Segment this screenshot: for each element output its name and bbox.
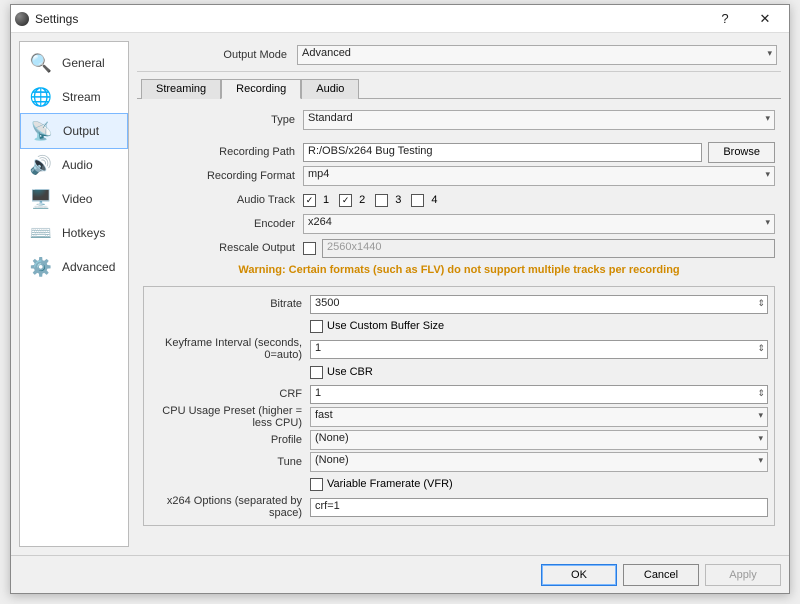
tab-audio[interactable]: Audio bbox=[301, 79, 359, 99]
tab-recording[interactable]: Recording bbox=[221, 79, 301, 99]
sidebar-item-hotkeys[interactable]: ⌨️ Hotkeys bbox=[20, 216, 128, 250]
type-label: Type bbox=[143, 114, 303, 126]
apply-button[interactable]: Apply bbox=[705, 564, 781, 586]
sidebar-item-label: Video bbox=[62, 192, 92, 206]
bitrate-label: Bitrate bbox=[150, 298, 310, 310]
titlebar: Settings ? ✕ bbox=[11, 5, 789, 33]
audio-track-4-checkbox[interactable] bbox=[411, 194, 424, 207]
profile-dropdown[interactable]: (None) bbox=[310, 430, 768, 450]
custom-buffer-checkbox[interactable] bbox=[310, 320, 323, 333]
use-cbr-label: Use CBR bbox=[327, 366, 373, 378]
monitor-icon: 🖥️ bbox=[28, 188, 54, 210]
broadcast-icon: 📡 bbox=[29, 120, 55, 142]
gear-icon: ⚙️ bbox=[28, 256, 54, 278]
recording-path-input[interactable]: R:/OBS/x264 Bug Testing bbox=[303, 143, 702, 162]
type-dropdown[interactable]: Standard bbox=[303, 110, 775, 130]
audio-track-3-checkbox[interactable] bbox=[375, 194, 388, 207]
output-mode-dropdown[interactable]: Advanced bbox=[297, 45, 777, 65]
encoder-label: Encoder bbox=[143, 218, 303, 230]
cancel-button[interactable]: Cancel bbox=[623, 564, 699, 586]
ok-button[interactable]: OK bbox=[541, 564, 617, 586]
tune-label: Tune bbox=[150, 456, 310, 468]
sidebar-item-general[interactable]: 🔍 General bbox=[20, 46, 128, 80]
main-panel: Output Mode Advanced Streaming Recording… bbox=[137, 41, 781, 547]
recording-format-dropdown[interactable]: mp4 bbox=[303, 166, 775, 186]
audio-track-3-label: 3 bbox=[395, 194, 401, 206]
vfr-checkbox[interactable] bbox=[310, 478, 323, 491]
sidebar-item-label: Advanced bbox=[62, 260, 115, 274]
rescale-output-input: 2560x1440 bbox=[322, 239, 775, 258]
recording-path-label: Recording Path bbox=[143, 146, 303, 158]
settings-window: Settings ? ✕ 🔍 General 🌐 Stream 📡 Output… bbox=[10, 4, 790, 594]
x264-options-input[interactable]: crf=1 bbox=[310, 498, 768, 517]
encoder-dropdown[interactable]: x264 bbox=[303, 214, 775, 234]
sidebar-item-label: Output bbox=[63, 124, 99, 138]
crf-input[interactable]: 1 bbox=[310, 385, 768, 404]
sidebar-item-video[interactable]: 🖥️ Video bbox=[20, 182, 128, 216]
sidebar-item-output[interactable]: 📡 Output bbox=[20, 113, 128, 149]
vfr-label: Variable Framerate (VFR) bbox=[327, 478, 453, 490]
bitrate-input[interactable]: 3500 bbox=[310, 295, 768, 314]
keyframe-input[interactable]: 1 bbox=[310, 340, 768, 359]
output-mode-label: Output Mode bbox=[141, 49, 297, 61]
close-button[interactable]: ✕ bbox=[745, 5, 785, 33]
audio-track-1-checkbox[interactable] bbox=[303, 194, 316, 207]
sidebar-item-stream[interactable]: 🌐 Stream bbox=[20, 80, 128, 114]
settings-sidebar: 🔍 General 🌐 Stream 📡 Output 🔊 Audio 🖥️ V… bbox=[19, 41, 129, 547]
use-cbr-checkbox[interactable] bbox=[310, 366, 323, 379]
audio-track-label: Audio Track bbox=[143, 194, 303, 206]
keyboard-icon: ⌨️ bbox=[28, 222, 54, 244]
speaker-icon: 🔊 bbox=[28, 154, 54, 176]
sidebar-item-label: Stream bbox=[62, 90, 101, 104]
custom-buffer-label: Use Custom Buffer Size bbox=[327, 320, 444, 332]
recording-form: Type Standard Recording Path R:/OBS/x264… bbox=[137, 105, 781, 532]
profile-label: Profile bbox=[150, 434, 310, 446]
output-tabs: Streaming Recording Audio bbox=[137, 78, 781, 99]
rescale-output-label: Rescale Output bbox=[143, 242, 303, 254]
sidebar-item-label: Hotkeys bbox=[62, 226, 105, 240]
audio-track-1-label: 1 bbox=[323, 194, 329, 206]
window-title: Settings bbox=[35, 12, 705, 26]
keyframe-label: Keyframe Interval (seconds, 0=auto) bbox=[150, 337, 310, 361]
tune-dropdown[interactable]: (None) bbox=[310, 452, 768, 472]
tab-streaming[interactable]: Streaming bbox=[141, 79, 221, 99]
x264-options-label: x264 Options (separated by space) bbox=[150, 495, 310, 519]
rescale-output-checkbox[interactable] bbox=[303, 242, 316, 255]
search-icon: 🔍 bbox=[28, 52, 54, 74]
sidebar-item-label: Audio bbox=[62, 158, 93, 172]
recording-format-label: Recording Format bbox=[143, 170, 303, 182]
dialog-footer: OK Cancel Apply bbox=[11, 555, 789, 593]
format-warning: Warning: Certain formats (such as FLV) d… bbox=[143, 261, 775, 282]
audio-track-4-label: 4 bbox=[431, 194, 437, 206]
globe-icon: 🌐 bbox=[28, 86, 54, 108]
app-icon bbox=[15, 12, 29, 26]
cpu-preset-dropdown[interactable]: fast bbox=[310, 407, 768, 427]
sidebar-item-advanced[interactable]: ⚙️ Advanced bbox=[20, 250, 128, 284]
help-button[interactable]: ? bbox=[705, 5, 745, 33]
browse-button[interactable]: Browse bbox=[708, 142, 775, 163]
crf-label: CRF bbox=[150, 388, 310, 400]
audio-track-2-checkbox[interactable] bbox=[339, 194, 352, 207]
audio-track-2-label: 2 bbox=[359, 194, 365, 206]
cpu-preset-label: CPU Usage Preset (higher = less CPU) bbox=[150, 405, 310, 429]
sidebar-item-audio[interactable]: 🔊 Audio bbox=[20, 148, 128, 182]
sidebar-item-label: General bbox=[62, 56, 105, 70]
encoder-settings-group: Bitrate 3500 Use Custom Buffer Size Keyf… bbox=[143, 286, 775, 526]
